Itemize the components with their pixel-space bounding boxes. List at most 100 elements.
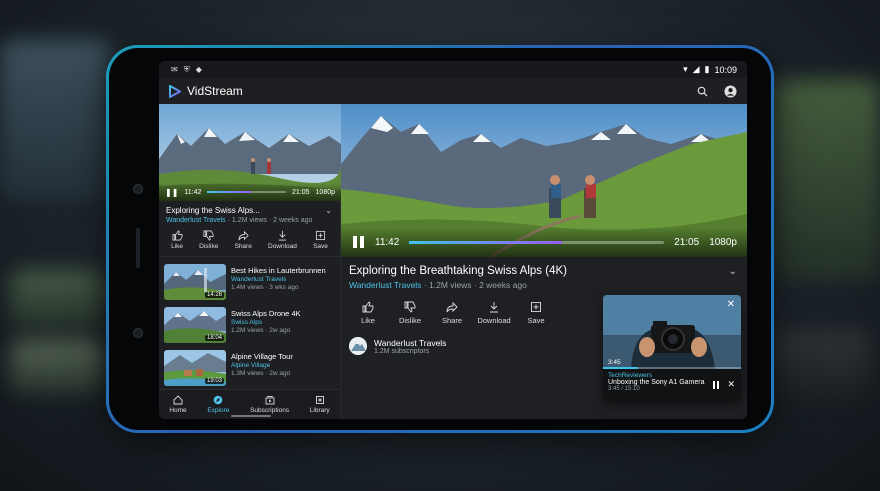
mail-icon: ✉ [171,65,178,74]
mini-player[interactable]: ❚❚ 11:42 21:05 1080p [159,104,341,201]
backdrop-blur [770,80,880,280]
search-icon[interactable] [697,86,708,97]
video-thumbnail: 18:04 [164,307,226,343]
status-bar: ✉ ⛨ ◆ ▾ ◢ ▮ 10:09 [159,61,747,78]
phone-frame: ✉ ⛨ ◆ ▾ ◢ ▮ 10:09 VidStream ❚❚ 11:42 21:… [106,45,774,433]
subscriber-count: 1.2M subscriptors [374,347,430,355]
compass-icon [214,395,223,405]
library-icon [315,396,324,404]
save-icon [315,230,326,241]
logo-icon [169,84,181,98]
bottom-nav: Home Explore Subscriptions Library [159,389,340,419]
pause-icon[interactable] [713,380,720,389]
close-icon[interactable]: ✕ [727,379,735,390]
rec-channel[interactable]: Swiss Alps [231,319,301,326]
mini-player-controls: ❚❚ 11:42 21:05 1080p [159,183,341,201]
brand[interactable]: VidStream [169,84,243,98]
quality-label[interactable]: 1080p [709,237,737,248]
backdrop-blur [10,340,105,395]
download-icon [278,230,287,241]
list-item[interactable]: 19:03 Alpine Village Tour Alpine Village… [159,347,340,390]
progress-bar[interactable] [207,191,286,193]
status-time: 10:09 [714,64,737,75]
time-total: 21:05 [292,188,310,196]
backdrop-blur [770,330,870,400]
rec-channel[interactable]: Alpine Village [231,362,293,369]
rec-title: Best Hikes in Lauterbrunnen [231,266,326,275]
pause-icon[interactable]: ❚❚ [165,188,178,197]
duration-badge: 19:03 [204,378,224,384]
signal-icon: ◢ [692,64,700,74]
main-player-controls: 11:42 21:05 1080p [341,227,747,257]
thumb-up-icon [172,230,183,241]
list-item[interactable]: 18:04 Swiss Alps Drone 4K Swiss Alps 1.2… [159,304,340,347]
video-title: Exploring the Swiss Alps... [166,206,260,215]
rec-title: Alpine Village Tour [231,352,293,361]
main-player[interactable]: 11:42 21:05 1080p [341,104,747,257]
wifi-icon: ▾ [683,64,688,74]
screen: ✉ ⛨ ◆ ▾ ◢ ▮ 10:09 VidStream ❚❚ 11:42 21:… [159,61,747,419]
chevron-down-icon[interactable]: ⌄ [325,206,332,215]
pip-video[interactable]: ✕ 3:45 [603,295,741,369]
download-button[interactable]: Download [268,230,297,250]
account-icon[interactable] [724,84,737,98]
rec-meta: 1.3M views · 2w ago [231,370,291,377]
chevron-down-icon[interactable]: ⌄ [729,266,737,277]
dislike-button[interactable]: Dislike [389,301,431,325]
side-button [136,228,140,268]
nav-home[interactable]: Home [169,395,187,414]
like-button[interactable]: Like [171,230,183,250]
thumb-down-icon [404,301,416,313]
pip-time: 3:45 [608,359,621,366]
home-icon [173,395,183,405]
right-pane: 11:42 21:05 1080p Exploring the Breathta… [341,104,747,419]
picture-in-picture[interactable]: ✕ 3:45 TechReviewers Unboxing the Sony A… [603,295,741,401]
share-icon [446,301,458,313]
shield-icon: ⛨ [183,64,190,74]
video-meta: Wanderlust Travels · 1.2M views · 2 week… [166,217,313,224]
download-button[interactable]: Download [473,301,515,325]
time-current: 11:42 [375,236,400,248]
progress-bar[interactable] [409,240,665,244]
time-current: 11:42 [184,188,202,196]
share-button[interactable]: Share [234,230,252,250]
backdrop-blur [10,270,105,330]
nav-library[interactable]: Library [310,395,330,414]
list-item[interactable]: 14:28 Best Hikes in Lauterbrunnen Wander… [159,261,340,304]
pip-channel[interactable]: TechReviewers [608,372,736,379]
channel-name: Wanderlust Travels [374,337,447,348]
front-camera [133,184,143,194]
android-icon: ◆ [195,65,202,74]
battery-icon: ▮ [704,64,710,74]
sensor [133,328,143,338]
video-thumbnail: 19:03 [164,350,226,386]
dislike-button[interactable]: Dislike [199,230,218,250]
backdrop-blur [0,40,110,200]
like-button[interactable]: Like [347,301,389,325]
app-bar: VidStream [159,78,747,104]
close-icon[interactable]: ✕ [727,299,735,310]
save-button[interactable]: Save [515,301,557,325]
video-actions: Like Dislike Share Download Save [159,226,340,257]
nav-subscriptions[interactable]: Subscriptions [250,395,289,414]
channel-link[interactable]: Wanderlust Travels [349,280,421,290]
pause-icon[interactable] [353,236,365,248]
video-title: Exploring the Breathtaking Swiss Alps (4… [349,265,567,277]
channel-link[interactable]: Wanderlust Travels [166,217,226,224]
nav-explore[interactable]: Explore [207,395,229,414]
save-icon [531,302,541,312]
camera-video-frame [603,295,741,369]
share-button[interactable]: Share [431,301,473,325]
rec-channel[interactable]: Wanderlust Travels [231,276,326,283]
duration-badge: 14:28 [204,292,224,298]
duration-badge: 18:04 [204,335,224,341]
subscriptions-icon [265,396,275,405]
quality-label[interactable]: 1080p [316,189,335,196]
thumb-up-icon [362,301,374,313]
avatar[interactable] [349,337,367,355]
rec-title: Swiss Alps Drone 4K [231,309,301,318]
save-button[interactable]: Save [313,230,328,250]
left-pane: ❚❚ 11:42 21:05 1080p Exploring the Swiss… [159,104,341,419]
app-name: VidStream [187,84,243,98]
home-indicator [231,415,271,417]
